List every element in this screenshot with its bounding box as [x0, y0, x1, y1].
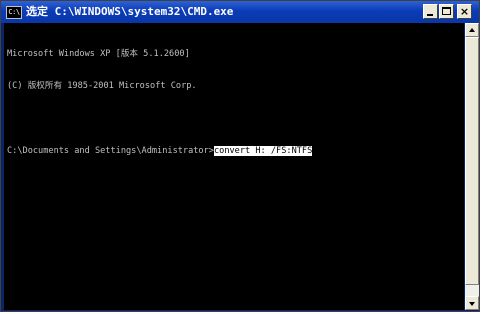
- console-output[interactable]: Microsoft Windows XP [版本 5.1.2600] (C) 版…: [4, 23, 464, 310]
- maximize-icon: [442, 7, 451, 15]
- console-line: Microsoft Windows XP [版本 5.1.2600]: [7, 48, 190, 59]
- selected-command-text[interactable]: convert H: /FS:NTFS: [213, 145, 313, 156]
- close-icon: ×: [459, 5, 470, 18]
- arrow-up-icon: [469, 28, 475, 32]
- cmd-window: C:\ 选定 C:\WINDOWS\system32\CMD.exe × Mic…: [0, 0, 480, 312]
- arrow-down-icon: [469, 302, 475, 306]
- scroll-up-button[interactable]: [465, 23, 479, 37]
- command-prompt: C:\Documents and Settings\Administrator>: [7, 145, 214, 156]
- close-button[interactable]: ×: [457, 4, 472, 19]
- minimize-button[interactable]: [423, 4, 438, 19]
- scroll-down-button[interactable]: [465, 296, 479, 310]
- console-line: (C) 版权所有 1985-2001 Microsoft Corp.: [7, 80, 197, 91]
- prompt-line: C:\Documents and Settings\Administrator>…: [7, 145, 464, 157]
- cmd-app-icon[interactable]: C:\: [6, 6, 22, 19]
- minimize-icon: [427, 14, 433, 16]
- window-title: 选定 C:\WINDOWS\system32\CMD.exe: [26, 5, 234, 18]
- maximize-button[interactable]: [439, 4, 454, 19]
- vertical-scrollbar[interactable]: [465, 23, 479, 310]
- scrollbar-thumb[interactable]: [465, 37, 479, 285]
- title-bar[interactable]: C:\ 选定 C:\WINDOWS\system32\CMD.exe ×: [1, 1, 479, 23]
